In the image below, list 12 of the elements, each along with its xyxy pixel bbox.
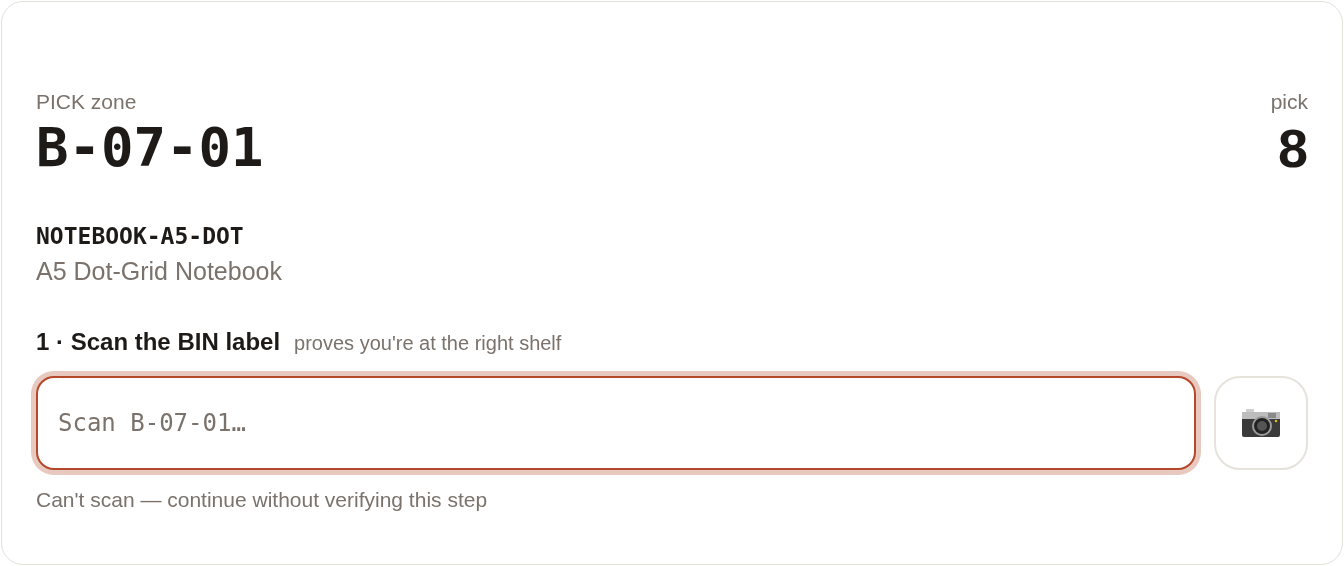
pick-label: pick bbox=[1270, 89, 1308, 115]
skip-verification-link[interactable]: Can't scan — continue without verifying this step bbox=[36, 488, 488, 512]
camera-icon bbox=[1241, 408, 1281, 438]
bin-code: B-07-01 bbox=[36, 116, 264, 180]
step-hint: proves you're at the right shelf bbox=[294, 332, 562, 355]
zone-label: PICK zone bbox=[36, 89, 137, 115]
camera-button[interactable] bbox=[1214, 376, 1308, 470]
step-title: 1 · Scan the BIN label bbox=[36, 328, 281, 356]
pick-count: 8 bbox=[1277, 117, 1308, 180]
scan-field[interactable]: Scan B-07-01… bbox=[36, 376, 1196, 470]
item-name: A5 Dot-Grid Notebook bbox=[36, 256, 282, 287]
item-sku: NOTEBOOK-A5-DOT bbox=[36, 222, 244, 251]
